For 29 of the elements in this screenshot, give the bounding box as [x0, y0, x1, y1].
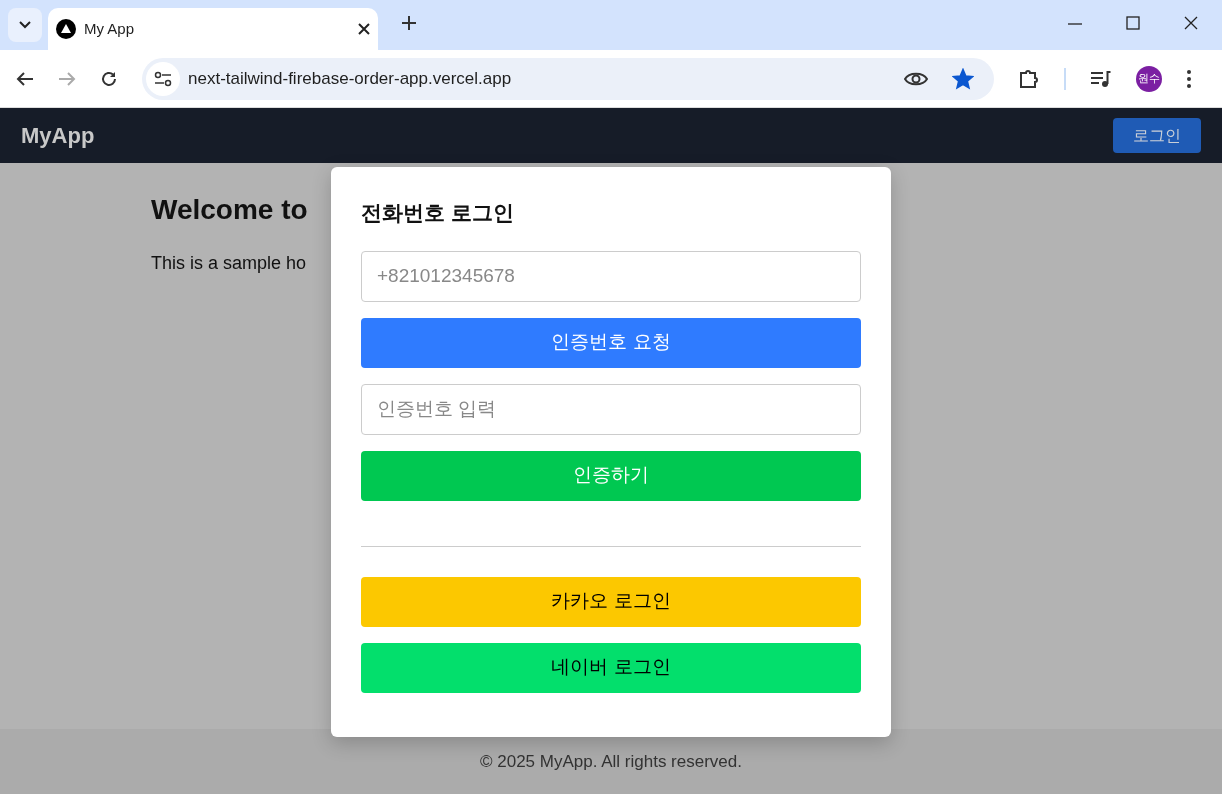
- social-login-button[interactable]: 네이버 로그인: [361, 642, 861, 693]
- playlist-icon[interactable]: [1090, 69, 1112, 88]
- request-code-button[interactable]: 인증번호 요청: [361, 317, 861, 368]
- eye-icon[interactable]: [904, 70, 928, 87]
- dialog-title: 전화번호 로그인: [361, 200, 515, 226]
- reload-icon[interactable]: [100, 69, 118, 88]
- code-input-field[interactable]: 인증번호 입력: [361, 383, 861, 435]
- puzzle-icon[interactable]: [1018, 67, 1040, 90]
- new-tab-icon[interactable]: [402, 16, 416, 30]
- social-login-button[interactable]: 카카오 로그인: [361, 576, 861, 627]
- site-settings-icon[interactable]: [154, 70, 172, 87]
- address-bar[interactable]: next-tailwind-firebase-order-app.vercel.app: [142, 57, 994, 100]
- menu-icon[interactable]: [1186, 68, 1192, 89]
- brand-title[interactable]: MyApp: [21, 119, 95, 152]
- triangle-logo-icon: [56, 19, 76, 39]
- login-button[interactable]: 로그인: [1113, 118, 1201, 153]
- phone-input-field[interactable]: +821012345678: [361, 250, 861, 302]
- bookmark-star-icon[interactable]: [952, 67, 974, 90]
- tab-list-button[interactable]: [8, 8, 42, 42]
- chevron-down-icon: [19, 21, 31, 29]
- browser-tab[interactable]: My App: [48, 8, 378, 50]
- close-icon[interactable]: [1184, 16, 1198, 30]
- profile-avatar[interactable]: 원수: [1136, 65, 1162, 92]
- back-icon[interactable]: [16, 70, 34, 87]
- page-heading: Welcome to: [151, 193, 308, 227]
- copyright-text: © 2025 MyApp. All rights reserved.: [480, 750, 742, 773]
- intro-text: This is a sample ho: [151, 251, 307, 275]
- close-icon[interactable]: [358, 23, 370, 35]
- maximize-icon[interactable]: [1126, 16, 1140, 30]
